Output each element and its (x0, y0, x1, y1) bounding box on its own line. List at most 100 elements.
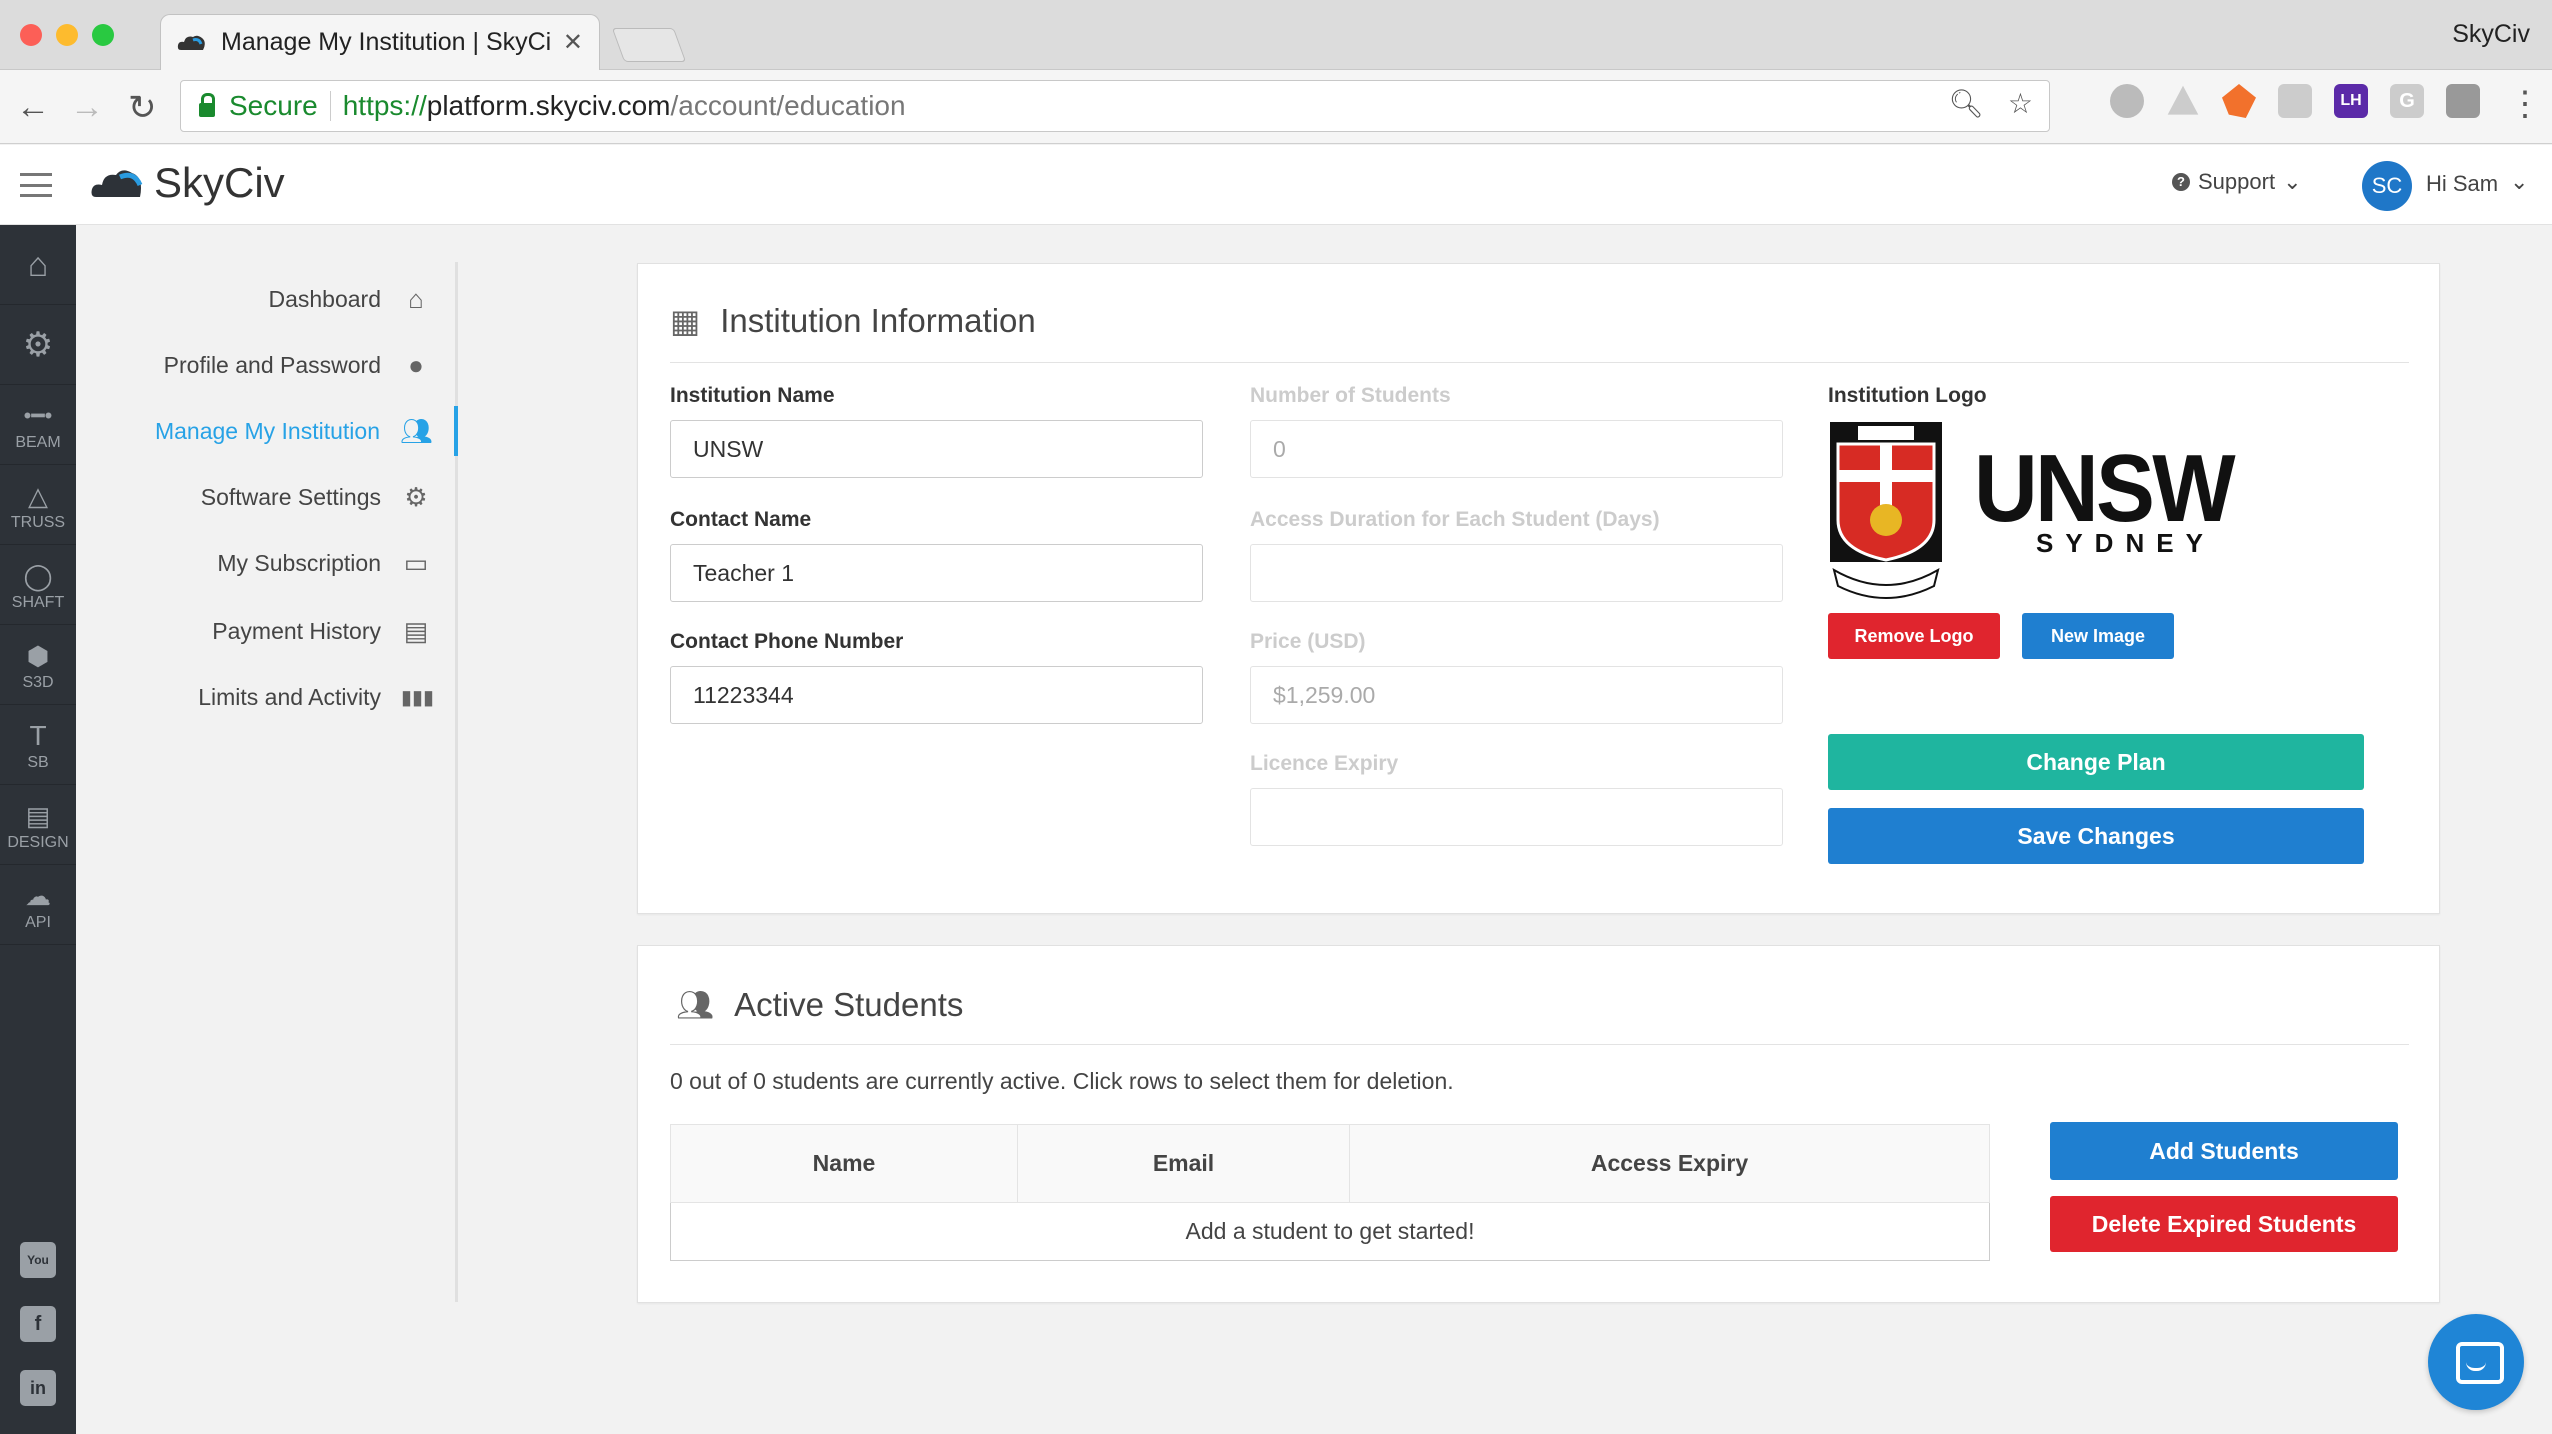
save-changes-button[interactable]: Save Changes (1828, 808, 2364, 864)
column-header-name[interactable]: Name (670, 1124, 1018, 1203)
extension-icon[interactable] (2222, 84, 2256, 118)
file-icon: ▤ (403, 615, 429, 646)
nav-item-subscription[interactable]: My Subscription ▭ (217, 538, 455, 588)
contact-name-input[interactable]: Teacher 1 (670, 544, 1203, 602)
zoom-icon[interactable]: 🔍︎ (1948, 87, 1984, 120)
rail-item-settings[interactable]: ⚙ (0, 305, 76, 385)
app-header: SkyCiv ? Support ⌄ SC Hi Sam ⌄ (0, 145, 2552, 225)
reload-icon[interactable]: ↻ (128, 88, 157, 128)
institution-name-label: Institution Name (670, 384, 835, 407)
bookmark-star-icon[interactable]: ☆ (2008, 87, 2033, 120)
chat-launcher-button[interactable] (2428, 1314, 2524, 1410)
app-rail: ⌂ ⚙ •━• BEAM △ TRUSS ◯ SHAFT ⬢ S3D T SB ▤ DESI… (0, 225, 76, 1434)
delete-expired-students-button[interactable]: Delete Expired Students (2050, 1196, 2398, 1252)
unsw-wordmark: UNSW (1974, 435, 2236, 542)
browser-profile-name[interactable]: SkyCiv (2452, 20, 2530, 49)
active-students-panel: 👥︎ Active Students 0 out of 0 students a… (637, 945, 2440, 1303)
url-path: /account/education (670, 90, 906, 121)
nav-item-dashboard[interactable]: Dashboard ⌂ (268, 274, 455, 324)
rail-item-home[interactable]: ⌂ (0, 225, 76, 305)
institution-name-input[interactable]: UNSW (670, 420, 1203, 478)
calendar-extension-icon[interactable] (2278, 84, 2312, 118)
rail-label: SHAFT (11, 593, 65, 611)
column-header-email[interactable]: Email (1017, 1124, 1350, 1203)
home-icon: ⌂ (27, 245, 49, 284)
credit-card-icon: ▭ (403, 547, 429, 578)
beam-icon: •━• (23, 402, 53, 428)
lighthouse-extension-icon[interactable]: LH (2334, 84, 2368, 118)
support-label: Support (2198, 169, 2276, 194)
number-of-students-label: Number of Students (1250, 384, 1451, 407)
unsw-crest-icon (1830, 422, 1942, 599)
divider (670, 1044, 2409, 1045)
extension-icon[interactable] (2110, 84, 2144, 118)
url-host: platform.skyciv.com (426, 90, 671, 121)
price-input: $1,259.00 (1250, 666, 1783, 724)
cube-icon: ⬢ (26, 640, 50, 671)
building-icon: ▦ (670, 303, 701, 339)
rail-item-design[interactable]: ▤ DESIGN (0, 785, 76, 865)
contact-phone-label: Contact Phone Number (670, 630, 904, 653)
facebook-icon[interactable]: f (20, 1306, 56, 1342)
support-menu[interactable]: ? Support ⌄ (2172, 169, 2302, 195)
skyciv-cloud-icon (91, 170, 143, 197)
nav-item-manage-institution[interactable]: Manage My Institution 👥︎ (155, 406, 458, 456)
grammarly-extension-icon[interactable]: G (2390, 84, 2424, 118)
nav-label: My Subscription (217, 549, 381, 576)
close-window-button[interactable] (20, 24, 42, 46)
nav-label: Manage My Institution (154, 417, 380, 444)
rail-item-s3d[interactable]: ⬢ S3D (0, 625, 76, 705)
nav-item-limits[interactable]: Limits and Activity ▮▮▮ (198, 672, 455, 722)
rail-item-beam[interactable]: •━• BEAM (0, 385, 76, 465)
avatar[interactable]: SC (2362, 161, 2412, 211)
divider (329, 91, 331, 121)
nav-label: Limits and Activity (198, 683, 381, 710)
divider (670, 362, 2409, 363)
extension-icon[interactable] (2446, 84, 2480, 118)
number-of-students-input: 0 (1250, 420, 1783, 478)
secure-label: Secure (229, 90, 318, 121)
youtube-icon[interactable]: You (20, 1242, 56, 1278)
url-input[interactable]: Secure https://platform.skyciv.com/accou… (180, 80, 2050, 132)
rail-label: S3D (22, 673, 54, 691)
bar-chart-icon: ▮▮▮ (401, 686, 435, 709)
forward-icon[interactable]: → (70, 88, 104, 127)
students-table: Name Email Access Expiry Add a student t… (670, 1124, 1990, 1261)
user-greeting[interactable]: Hi Sam (2426, 171, 2498, 197)
user-icon: ● (408, 349, 424, 380)
skyciv-favicon-icon (177, 35, 205, 50)
browser-menu-icon[interactable]: ⋮ (2508, 84, 2542, 124)
add-students-button[interactable]: Add Students (2050, 1122, 2398, 1180)
column-header-access-expiry[interactable]: Access Expiry (1349, 1124, 1990, 1203)
nav-item-software-settings[interactable]: Software Settings ⚙ (201, 472, 455, 522)
new-tab-button[interactable] (611, 28, 687, 62)
rail-item-api[interactable]: ☁ API (0, 865, 76, 945)
minimize-window-button[interactable] (56, 24, 78, 46)
drive-extension-icon[interactable] (2167, 85, 2199, 115)
gear-icon: ⚙ (404, 481, 428, 512)
remove-logo-button[interactable]: Remove Logo (1828, 613, 2000, 659)
contact-phone-input[interactable]: 11223344 (670, 666, 1203, 724)
browser-tab[interactable]: Manage My Institution | SkyCi ✕ (160, 14, 600, 70)
rail-label: SB (27, 753, 49, 771)
unsw-sub-wordmark: SYDNEY (2036, 528, 2215, 558)
new-image-button[interactable]: New Image (2022, 613, 2174, 659)
chevron-down-icon: ⌄ (2283, 169, 2302, 194)
maximize-window-button[interactable] (92, 24, 114, 46)
chevron-down-icon[interactable]: ⌄ (2510, 169, 2528, 195)
nav-item-payment-history[interactable]: Payment History ▤ (212, 606, 455, 656)
rail-item-shaft[interactable]: ◯ SHAFT (0, 545, 76, 625)
change-plan-button[interactable]: Change Plan (1828, 734, 2364, 790)
linkedin-icon[interactable]: in (20, 1370, 56, 1406)
users-icon: 👥︎ (676, 988, 715, 1022)
nav-item-profile[interactable]: Profile and Password ● (164, 340, 455, 390)
skyciv-logo[interactable]: SkyCiv (90, 159, 285, 207)
lock-icon (199, 93, 215, 117)
price-label: Price (USD) (1250, 630, 1366, 653)
rail-item-sb[interactable]: T SB (0, 705, 76, 785)
hamburger-menu-icon[interactable] (20, 173, 52, 197)
back-icon[interactable]: ← (16, 88, 50, 127)
access-duration-label: Access Duration for Each Student (Days) (1250, 508, 1660, 531)
rail-item-truss[interactable]: △ TRUSS (0, 465, 76, 545)
tab-close-icon[interactable]: ✕ (563, 28, 583, 57)
